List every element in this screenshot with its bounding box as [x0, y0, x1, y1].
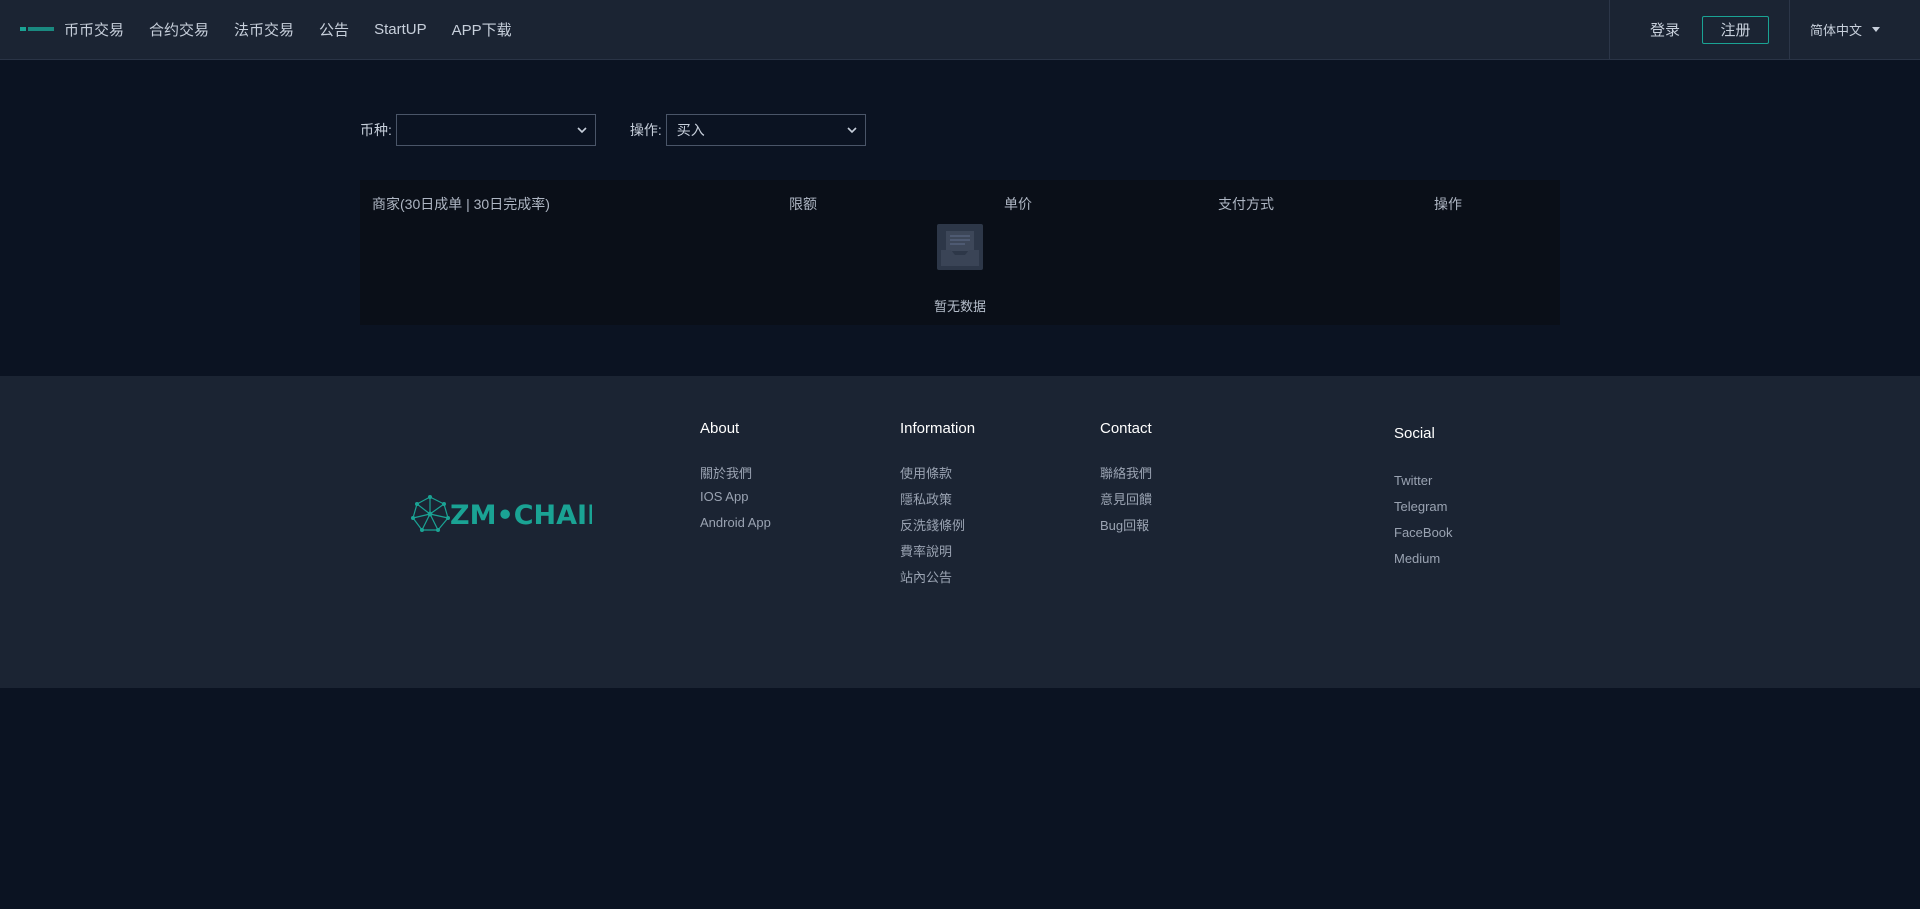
- footer-social: Social Twitter Telegram FaceBook Medium: [1394, 425, 1453, 566]
- nav-announcement[interactable]: 公告: [319, 19, 349, 40]
- chevron-down-icon: [847, 127, 857, 134]
- column-payment: 支付方式: [1218, 196, 1274, 212]
- footer-link-telegram[interactable]: Telegram: [1394, 499, 1447, 514]
- footer-information-title: Information: [900, 420, 976, 437]
- footer-link-android-app[interactable]: Android App: [700, 515, 771, 530]
- footer-link-privacy[interactable]: 隱私政策: [900, 489, 952, 508]
- footer-link-facebook[interactable]: FaceBook: [1394, 525, 1453, 540]
- empty-state-text: 暂无数据: [933, 299, 986, 314]
- main-nav: 币币交易 合约交易 法币交易 公告 StartUP APP下载: [64, 0, 537, 59]
- footer-link-feedback[interactable]: 意見回饋: [1100, 489, 1152, 508]
- footer-link-twitter[interactable]: Twitter: [1394, 473, 1432, 488]
- login-link[interactable]: 登录: [1650, 19, 1680, 40]
- footer-about: About 關於我們 IOS App Android App: [700, 420, 771, 530]
- nav-contract-trading[interactable]: 合约交易: [149, 19, 209, 40]
- column-action: 操作: [1434, 196, 1462, 212]
- footer-link-aml[interactable]: 反洗錢條例: [900, 515, 965, 534]
- footer-link-ios-app[interactable]: IOS App: [700, 489, 748, 504]
- footer-about-title: About: [700, 420, 740, 437]
- header-divider: [1608, 0, 1610, 59]
- nav-spot-trading[interactable]: 币币交易: [64, 19, 124, 40]
- chevron-down-icon: [577, 127, 587, 134]
- language-selector[interactable]: 简体中文: [1790, 20, 1920, 39]
- footer-logo-text: ZM•CHAIN: [450, 500, 592, 531]
- footer-link-terms[interactable]: 使用條款: [900, 463, 952, 482]
- footer-link-about-us[interactable]: 關於我們: [700, 463, 752, 482]
- top-navbar: 币币交易 合约交易 法币交易 公告 StartUP APP下载 登录 注册 简体…: [0, 0, 1920, 60]
- footer-link-bug-report[interactable]: Bug回報: [1100, 515, 1149, 534]
- action-label: 操作:: [629, 122, 662, 138]
- nav-startup[interactable]: StartUP: [374, 21, 427, 38]
- footer-social-title: Social: [1394, 425, 1435, 442]
- action-select[interactable]: 买入: [665, 114, 866, 146]
- register-button[interactable]: 注册: [1701, 15, 1769, 44]
- column-merchant: 商家(30日成单 | 30日完成率): [372, 196, 550, 212]
- footer-link-contact-us[interactable]: 聯絡我們: [1100, 463, 1152, 482]
- nav-fiat-trading[interactable]: 法币交易: [234, 19, 294, 40]
- empty-box-icon: [937, 224, 983, 270]
- language-label: 简体中文: [1809, 23, 1862, 38]
- footer-link-site-announcement[interactable]: 站內公告: [900, 567, 952, 586]
- zm-chain-logo: ZM•CHAIN: [411, 495, 592, 532]
- filter-bar: 币种: 操作: 买入: [360, 114, 866, 146]
- footer-link-medium[interactable]: Medium: [1394, 551, 1440, 566]
- footer: ZM•CHAIN About 關於我們 IOS App Android App …: [0, 376, 1920, 688]
- footer-link-fees[interactable]: 費率說明: [900, 541, 952, 560]
- column-limit: 限额: [789, 196, 817, 212]
- merchant-table: 商家(30日成单 | 30日完成率) 限额 单价 支付方式 操作 暂无数据: [360, 180, 1560, 325]
- footer-contact-title: Contact: [1100, 420, 1152, 437]
- table-header: 商家(30日成单 | 30日完成率) 限额 单价 支付方式 操作: [360, 180, 1560, 222]
- brand-logo-icon[interactable]: [20, 24, 54, 34]
- action-select-value: 买入: [676, 122, 705, 138]
- coin-select[interactable]: [395, 114, 596, 146]
- column-price: 单价: [1004, 196, 1032, 212]
- footer-information: Information 使用條款 隱私政策 反洗錢條例 費率說明 站內公告: [900, 420, 976, 585]
- footer-contact: Contact 聯絡我們 意見回饋 Bug回報: [1100, 420, 1152, 533]
- header-right: 登录 注册 简体中文: [1608, 0, 1920, 59]
- caret-down-icon: [1872, 27, 1880, 32]
- nav-app-download[interactable]: APP下载: [452, 19, 512, 40]
- coin-label: 币种:: [360, 122, 392, 138]
